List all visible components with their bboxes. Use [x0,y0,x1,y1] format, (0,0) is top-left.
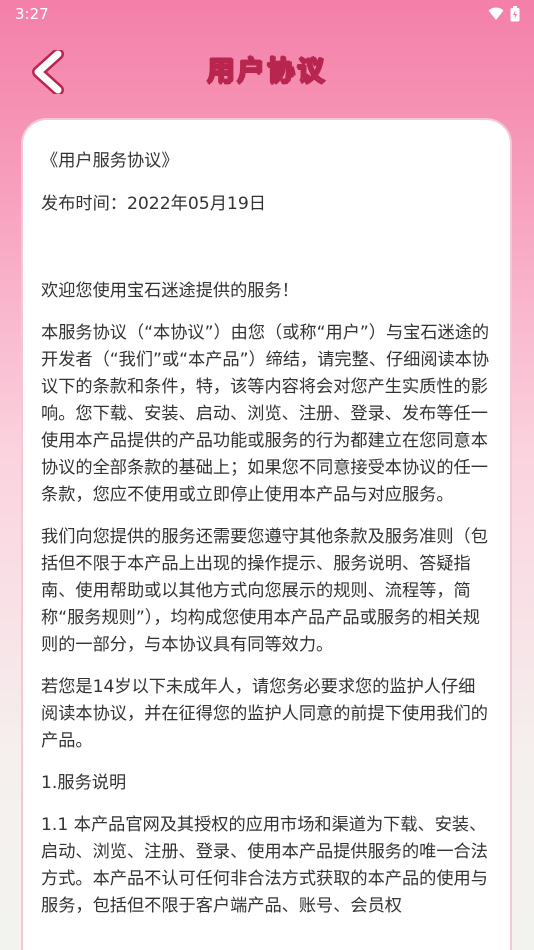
agreement-card[interactable]: 《用户服务协议》 发布时间：2022年05月19日 欢迎您使用宝石迷途提供的服务… [21,118,512,950]
paragraph-minors: 若您是14岁以下未成年人，请您务必要求您的监护人仔细阅读本协议，并在征得您的监护… [41,677,488,751]
wifi-icon [488,7,504,20]
paragraph-1-1: 1.1 本产品官网及其授权的应用市场和渠道为下载、安装、启动、浏览、注册、登录、… [41,815,488,916]
agreement-content: 《用户服务协议》 发布时间：2022年05月19日 欢迎您使用宝石迷途提供的服务… [23,120,510,920]
publish-date: 发布时间：2022年05月19日 [41,194,266,214]
paragraph-welcome: 欢迎您使用宝石迷途提供的服务！ [41,281,299,301]
status-icons [488,6,520,22]
paragraph-agreement-intro: 本服务协议（“本协议”）由您（或称“用户”）与宝石迷途的开发者（“我们”或“本产… [41,323,490,505]
section-heading-service: 1.服务说明 [41,773,127,793]
battery-icon [510,6,520,22]
document-title: 《用户服务协议》 [41,151,179,171]
status-time: 3:27 [15,5,49,23]
page-title: 用户协议 [206,55,327,87]
status-bar: 3:27 [0,0,534,28]
paragraph-service-rules: 我们向您提供的服务还需要您遵守其他条款及服务准则（包括但不限于本产品上出现的操作… [41,527,488,655]
header: 用户协议 [0,40,534,104]
